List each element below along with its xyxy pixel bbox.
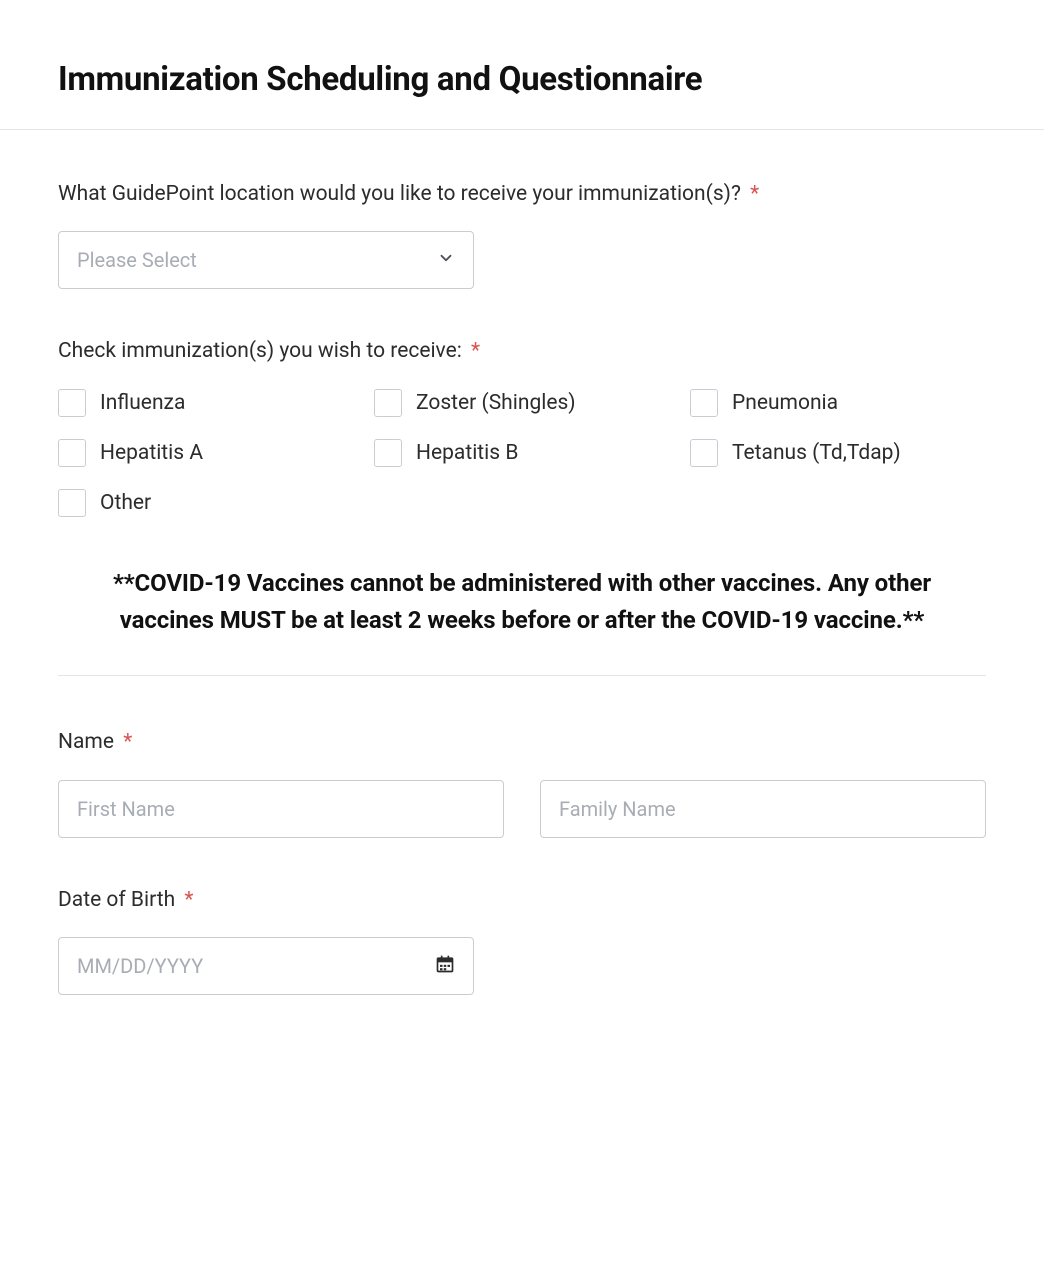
checkbox-pneumonia[interactable]: Pneumonia [690,389,986,417]
form-body: What GuidePoint location would you like … [0,130,1044,1093]
required-mark: * [750,182,759,206]
location-label: What GuidePoint location would you like … [58,180,986,209]
dob-input[interactable] [77,954,435,978]
checkbox-box [58,439,86,467]
family-name-input[interactable] [540,780,986,838]
covid-notice-text: **COVID-19 Vaccines cannot be administer… [66,565,978,639]
checkbox-box [58,489,86,517]
covid-notice: **COVID-19 Vaccines cannot be administer… [58,565,986,676]
checkbox-hepatitis-a[interactable]: Hepatitis A [58,439,354,467]
dob-label: Date of Birth * [58,886,986,915]
checkbox-label: Hepatitis A [100,441,203,465]
checkbox-box [374,389,402,417]
calendar-icon [435,954,455,978]
checkbox-box [690,439,718,467]
name-inputs [58,780,986,838]
name-group: Name * [58,728,986,837]
location-select-placeholder: Please Select [77,248,197,272]
first-name-input[interactable] [58,780,504,838]
checkbox-label: Other [100,491,151,515]
required-mark: * [184,888,193,912]
checkbox-hepatitis-b[interactable]: Hepatitis B [374,439,670,467]
chevron-down-icon [437,249,455,271]
required-mark: * [471,339,480,363]
form-header: Immunization Scheduling and Questionnair… [0,0,1044,130]
location-label-text: What GuidePoint location would you like … [58,182,741,206]
required-mark: * [123,730,132,754]
checkbox-label: Pneumonia [732,391,838,415]
dob-input-wrapper[interactable] [58,937,474,995]
dob-group: Date of Birth * [58,886,986,995]
checkbox-influenza[interactable]: Influenza [58,389,354,417]
page-title: Immunization Scheduling and Questionnair… [58,60,986,99]
location-select[interactable]: Please Select [58,231,474,289]
checkbox-label: Tetanus (Td,Tdap) [732,441,901,465]
dob-label-text: Date of Birth [58,888,175,912]
location-group: What GuidePoint location would you like … [58,180,986,289]
checkbox-tetanus[interactable]: Tetanus (Td,Tdap) [690,439,986,467]
checkbox-label: Zoster (Shingles) [416,391,576,415]
immunizations-label-text: Check immunization(s) you wish to receiv… [58,339,462,363]
checkbox-zoster[interactable]: Zoster (Shingles) [374,389,670,417]
checkbox-box [690,389,718,417]
checkbox-box [374,439,402,467]
checkbox-box [58,389,86,417]
personal-info-section: Name * Date of Birth * [58,676,986,995]
checkbox-label: Influenza [100,391,185,415]
name-label: Name * [58,728,986,757]
dob-row [58,937,986,995]
checkbox-label: Hepatitis B [416,441,518,465]
immunizations-options: Influenza Zoster (Shingles) Pneumonia He… [58,389,986,517]
immunizations-group: Check immunization(s) you wish to receiv… [58,337,986,516]
name-label-text: Name [58,730,114,754]
checkbox-other[interactable]: Other [58,489,354,517]
immunizations-label: Check immunization(s) you wish to receiv… [58,337,986,366]
